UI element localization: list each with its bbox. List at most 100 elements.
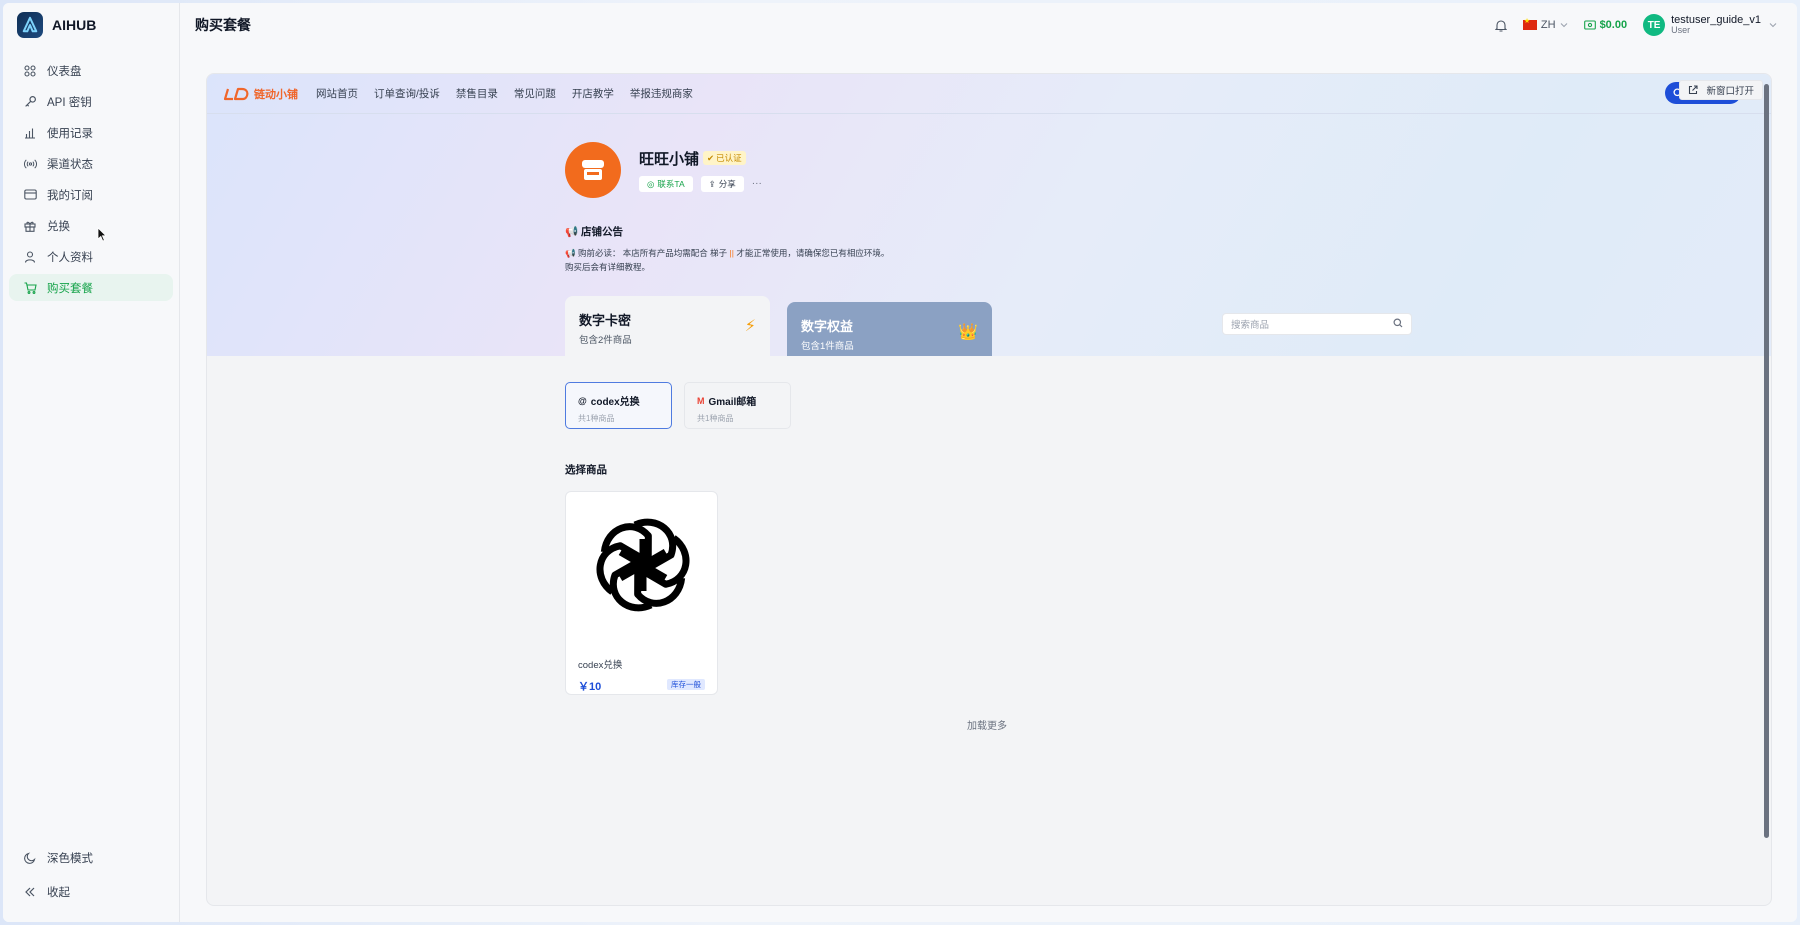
bar-chart-icon <box>23 126 37 140</box>
chevron-down-icon <box>1769 23 1777 28</box>
dark-mode-label: 深色模式 <box>47 853 93 865</box>
bell-icon <box>1494 19 1507 32</box>
balance-display[interactable]: $0.00 <box>1583 19 1628 31</box>
shop-actions: ◎ 联系TA ⇪ 分享 ··· <box>639 176 762 192</box>
shop-nav-banned-list[interactable]: 禁售目录 <box>456 86 498 101</box>
user-icon <box>23 250 37 264</box>
shop-name: 旺旺小铺 <box>639 151 700 168</box>
lightning-icon: ⚡ <box>744 318 756 335</box>
embedded-shop-frame: 链动小铺 网站首页 订单查询/投诉 禁售目录 常见问题 开店教学 举报违规商家 … <box>206 73 1772 906</box>
notice-title: 📢 店铺公告 <box>565 226 623 238</box>
tab-subtitle: 包含2件商品 <box>579 335 632 346</box>
shop-avatar <box>565 142 621 198</box>
cart-icon <box>23 281 37 295</box>
sidebar-item-label: 个人资料 <box>47 251 93 264</box>
sidebar-item-profile[interactable]: 个人资料 <box>9 243 173 270</box>
search-icon <box>1393 318 1403 328</box>
notifications-button[interactable] <box>1494 19 1507 32</box>
brand-name: AIHUB <box>52 17 97 33</box>
sidebar-item-label: 我的订阅 <box>47 189 93 202</box>
verified-label: 已认证 <box>716 153 742 163</box>
contact-button[interactable]: ◎ 联系TA <box>639 176 693 192</box>
sidebar-bottom: 深色模式 收起 <box>9 844 173 912</box>
shop-top-nav: 链动小铺 网站首页 订单查询/投诉 禁售目录 常见问题 开店教学 举报违规商家 … <box>207 74 1771 114</box>
sidebar-item-purchase-plan[interactable]: 购买套餐 <box>9 274 173 301</box>
verified-badge: ✔ 已认证 <box>703 151 746 165</box>
notice-text: 📢 购前必读： 本店所有产品均需配合 梯子 || 才能正常使用，请确保您已有相应… <box>565 246 985 274</box>
tab-digital-cards[interactable]: 数字卡密 包含2件商品 ⚡ <box>565 296 770 356</box>
shop-nav-report[interactable]: 举报违规商家 <box>630 86 693 101</box>
user-menu[interactable]: TE testuser_guide_v1 User <box>1643 14 1777 36</box>
sidebar-item-dashboard[interactable]: 仪表盘 <box>9 57 173 84</box>
shop-notice: 📢 店铺公告 📢 购前必读： 本店所有产品均需配合 梯子 || 才能正常使用，请… <box>565 224 985 274</box>
sidebar-item-subscriptions[interactable]: 我的订阅 <box>9 181 173 208</box>
subcategory-count: 共1种商品 <box>697 414 734 423</box>
store-icon <box>582 160 604 180</box>
site-logo-icon <box>224 87 249 100</box>
collapse-sidebar-button[interactable]: 收起 <box>9 878 173 906</box>
more-options-button[interactable]: ··· <box>752 176 762 192</box>
open-new-window-label: 新窗口打开 <box>1706 86 1754 97</box>
sidebar-item-label: 渠道状态 <box>47 158 93 171</box>
user-role: User <box>1671 25 1691 36</box>
share-icon: ⇪ <box>708 178 716 189</box>
sidebar-item-channel-status[interactable]: 渠道状态 <box>9 150 173 177</box>
sidebar-item-api-keys[interactable]: API 密钥 <box>9 88 173 115</box>
balance-amount: $0.00 <box>1599 19 1628 31</box>
tab-title: 数字卡密 <box>579 313 632 328</box>
subcategory-title: Gmail邮箱 <box>708 397 757 408</box>
chevron-down-icon <box>1560 23 1567 28</box>
at-icon: @ <box>578 395 587 406</box>
product-search-input[interactable]: 搜索商品 <box>1222 313 1412 335</box>
avatar: TE <box>1643 14 1666 36</box>
subcategory-gmail[interactable]: M Gmail邮箱 共1种商品 <box>684 382 791 429</box>
shop-nav-faq[interactable]: 常见问题 <box>514 86 556 101</box>
sidebar-nav: 仪表盘 API 密钥 使用记录 渠道状态 我的订阅 兑换 个人资料 购买套餐 <box>3 57 179 301</box>
shop-nav-tutorial[interactable]: 开店教学 <box>572 86 614 101</box>
top-header: 购买套餐 ZH $0.00 TE testuser_guide_v1 User <box>180 3 1797 47</box>
share-button[interactable]: ⇪ 分享 <box>700 176 744 192</box>
tab-title: 数字权益 <box>801 319 854 334</box>
shop-nav-home[interactable]: 网站首页 <box>316 86 358 101</box>
open-new-window-button[interactable]: 新窗口打开 <box>1679 80 1763 100</box>
load-more-button[interactable]: 加载更多 <box>967 717 1007 732</box>
sidebar-item-label: 兑换 <box>47 220 70 233</box>
app-window: AIHUB 仪表盘 API 密钥 使用记录 渠道状态 我的订阅 兑换 个人资料 … <box>3 3 1797 922</box>
double-chevron-left-icon <box>23 885 37 899</box>
shop-nav-order-query[interactable]: 订单查询/投诉 <box>374 86 440 101</box>
signal-icon <box>23 157 37 171</box>
language-selector[interactable]: ZH <box>1522 17 1568 31</box>
subcategory-title: codex兑换 <box>590 397 640 408</box>
stock-badge: 库存一般 <box>667 679 705 690</box>
product-name: codex兑换 <box>578 660 623 671</box>
subcategory-codex[interactable]: @ codex兑换 共1种商品 <box>565 382 672 429</box>
site-logo[interactable]: 链动小铺 <box>224 86 298 102</box>
china-flag-icon <box>1522 17 1537 30</box>
sidebar-item-label: API 密钥 <box>47 96 92 109</box>
sidebar-item-usage-logs[interactable]: 使用记录 <box>9 119 173 146</box>
sidebar-item-redeem[interactable]: 兑换 <box>9 212 173 239</box>
contact-label: 联系TA <box>657 179 685 189</box>
card-icon <box>23 188 37 202</box>
language-label: ZH <box>1540 19 1556 31</box>
dark-mode-toggle[interactable]: 深色模式 <box>9 844 173 872</box>
subcategory-count: 共1种商品 <box>578 414 615 423</box>
scrollbar[interactable] <box>1764 84 1769 838</box>
notice-line-1a: 📢 购前必读： 本店所有产品均需配合 梯子 <box>565 248 730 258</box>
product-card[interactable]: codex兑换 ￥10 库存一般 <box>565 491 718 695</box>
sidebar-item-label: 使用记录 <box>47 127 93 140</box>
brand[interactable]: AIHUB <box>3 3 179 47</box>
tab-subtitle: 包含1件商品 <box>801 341 854 352</box>
wallet-icon <box>1583 20 1596 30</box>
product-price: ￥10 <box>578 681 602 693</box>
collapse-label: 收起 <box>47 887 70 899</box>
tab-digital-rights[interactable]: 数字权益 包含1件商品 👑 <box>787 302 992 356</box>
share-label: 分享 <box>718 179 736 189</box>
page-title: 购买套餐 <box>195 17 251 33</box>
key-icon <box>23 95 37 109</box>
chat-icon: ◎ <box>647 178 655 189</box>
openai-logo-icon <box>596 518 690 612</box>
verified-check-icon: ✔ <box>707 152 715 163</box>
brand-logo-icon <box>17 12 43 38</box>
select-product-label: 选择商品 <box>565 464 607 476</box>
